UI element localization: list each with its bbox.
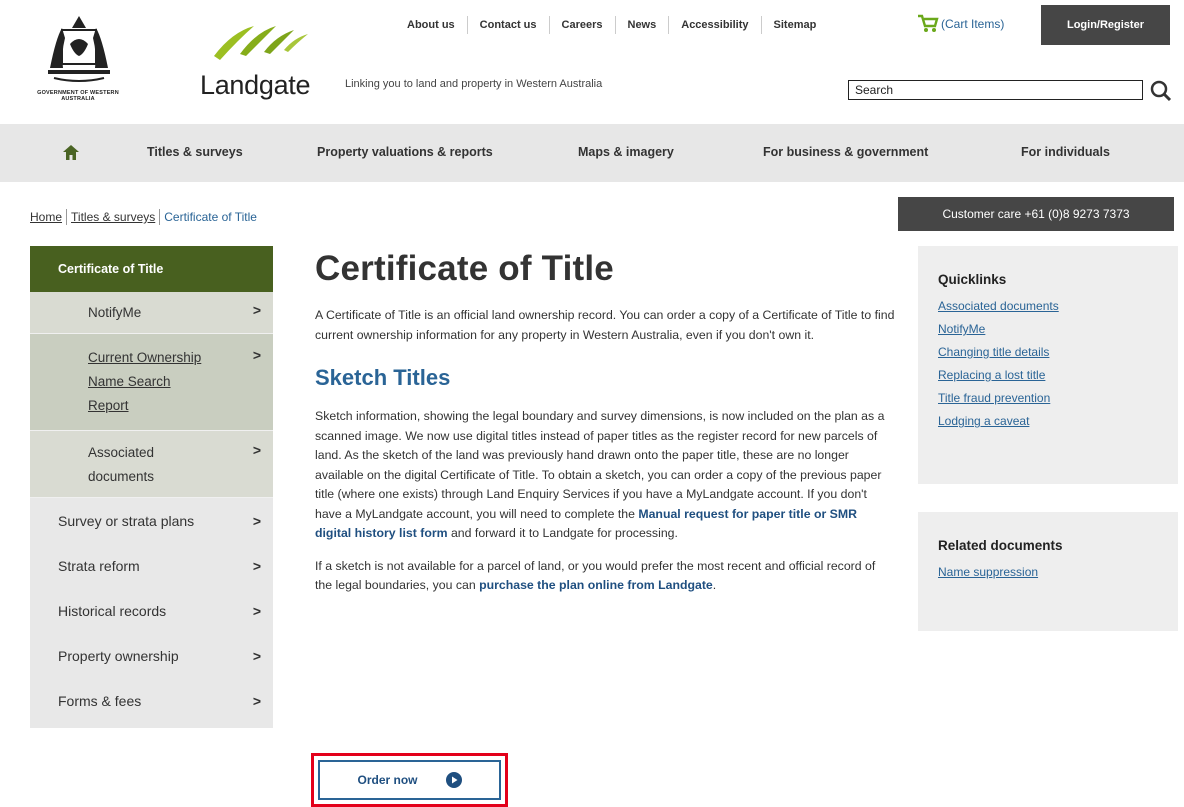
paragraph-text: Sketch information, showing the legal bo… [315,409,885,521]
cart-label: (Cart Items) [941,17,1005,31]
government-logo-text: GOVERNMENT OF WESTERN AUSTRALIA [37,90,119,102]
sidenav-item-label: Forms & fees [58,692,142,709]
main-content: Certificate of Title A Certificate of Ti… [315,246,895,596]
sidenav-item-strata-reform[interactable]: Strata reform > [30,543,273,588]
sidenav-item-forms-fees[interactable]: Forms & fees > [30,678,273,723]
quicklinks-panel: Quicklinks Associated documents NotifyMe… [918,246,1178,484]
chevron-right-icon: > [252,557,261,574]
intro-paragraph: A Certificate of Title is an official la… [315,308,895,342]
sketch-paragraph: Sketch information, showing the legal bo… [315,407,895,544]
accessibility-link[interactable]: Accessibility [669,16,762,34]
purchase-paragraph: If a sketch is not available for a parce… [315,557,895,596]
sidenav-subitem-label: Associated documents [88,445,155,484]
contact-us-link[interactable]: Contact us [468,16,550,34]
breadcrumb-separator [159,209,161,225]
sidenav-item-property-ownership[interactable]: Property ownership > [30,633,273,678]
chevron-right-icon: > [252,442,261,458]
chevron-right-icon: > [252,302,261,318]
related-documents-panel: Related documents Name suppression [918,512,1178,631]
quicklink-lodging-caveat[interactable]: Lodging a caveat [938,414,1178,428]
government-logo[interactable]: GOVERNMENT OF WESTERN AUSTRALIA [28,12,128,102]
login-register-button[interactable]: Login/Register [1041,5,1170,45]
sidenav-subitem-label: Current Ownership Name Search Report [88,350,202,413]
quicklink-notifyme[interactable]: NotifyMe [938,322,1178,336]
search-input[interactable] [848,80,1143,100]
about-us-link[interactable]: About us [395,16,468,34]
sidenav-item-label: Survey or strata plans [58,512,195,529]
quicklinks-title: Quicklinks [938,272,1007,287]
home-icon[interactable] [62,144,80,161]
related-documents-title: Related documents [938,538,1063,553]
nav-business-government[interactable]: For business & government [763,145,928,159]
sidenav-subitem-notifyme[interactable]: NotifyMe > [30,292,273,334]
sidenav-item-historical-records[interactable]: Historical records > [30,588,273,633]
nav-property-valuations[interactable]: Property valuations & reports [317,145,493,159]
sidenav-item-certificate-of-title[interactable]: Certificate of Title [30,246,273,292]
main-nav: Titles & surveys Property valuations & r… [0,124,1184,182]
sidenav-item-label: Historical records [58,602,167,619]
landgate-leaf-icon [214,26,308,60]
breadcrumb-home[interactable]: Home [30,210,62,224]
order-now-label: Order now [357,773,418,787]
breadcrumb-separator [66,209,68,225]
sidenav-item-label: Strata reform [58,557,140,574]
paragraph-text: . [712,578,717,592]
page-title: Certificate of Title [315,249,614,288]
sidenav-subitem-associated-documents[interactable]: Associated documents > [30,431,273,498]
sidenav-item-label: Property ownership [58,647,179,664]
play-circle-icon [445,772,462,788]
sidenav-subitem-current-ownership[interactable]: Current Ownership Name Search Report > [30,334,273,431]
sitemap-link[interactable]: Sitemap [762,16,829,34]
careers-link[interactable]: Careers [550,16,616,34]
cart-link[interactable]: (Cart Items) [917,14,1004,34]
coat-of-arms-icon [48,16,110,82]
breadcrumb-titles-surveys[interactable]: Titles & surveys [71,210,155,224]
breadcrumb-current[interactable]: Certificate of Title [164,210,257,224]
brand-tagline: Linking you to land and property in West… [345,78,603,90]
chevron-right-icon: > [252,647,261,664]
side-nav: Certificate of Title NotifyMe > Current … [30,246,273,728]
quicklink-associated-documents[interactable]: Associated documents [938,299,1178,313]
breadcrumb: Home Titles & surveys Certificate of Tit… [30,209,257,225]
quicklink-replacing-lost-title[interactable]: Replacing a lost title [938,368,1178,382]
search-icon[interactable] [1150,80,1172,102]
chevron-right-icon: > [252,602,261,619]
order-now-button[interactable]: Order now [318,760,501,800]
related-name-suppression-link[interactable]: Name suppression [938,565,1178,579]
chevron-right-icon: > [252,692,261,709]
brand-name[interactable]: Landgate [200,70,311,101]
cart-icon [918,14,939,32]
chevron-right-icon: > [252,512,261,529]
utility-nav: About us Contact us Careers News Accessi… [395,16,828,34]
sidenav-subitem-label: NotifyMe [88,305,142,320]
quicklink-changing-title-details[interactable]: Changing title details [938,345,1178,359]
section-heading: Sketch Titles [315,365,451,390]
news-link[interactable]: News [616,16,670,34]
chevron-right-icon: > [252,347,261,363]
purchase-plan-link[interactable]: purchase the plan online from Landgate [479,578,713,592]
nav-maps-imagery[interactable]: Maps & imagery [578,145,674,159]
sidenav-item-survey-strata[interactable]: Survey or strata plans > [30,498,273,543]
quicklink-title-fraud-prevention[interactable]: Title fraud prevention [938,391,1178,405]
nav-titles-surveys[interactable]: Titles & surveys [147,145,243,159]
customer-care-phone[interactable]: Customer care +61 (0)8 9273 7373 [898,197,1174,231]
nav-for-individuals[interactable]: For individuals [1021,145,1110,159]
paragraph-text: and forward it to Landgate for processin… [447,526,678,540]
